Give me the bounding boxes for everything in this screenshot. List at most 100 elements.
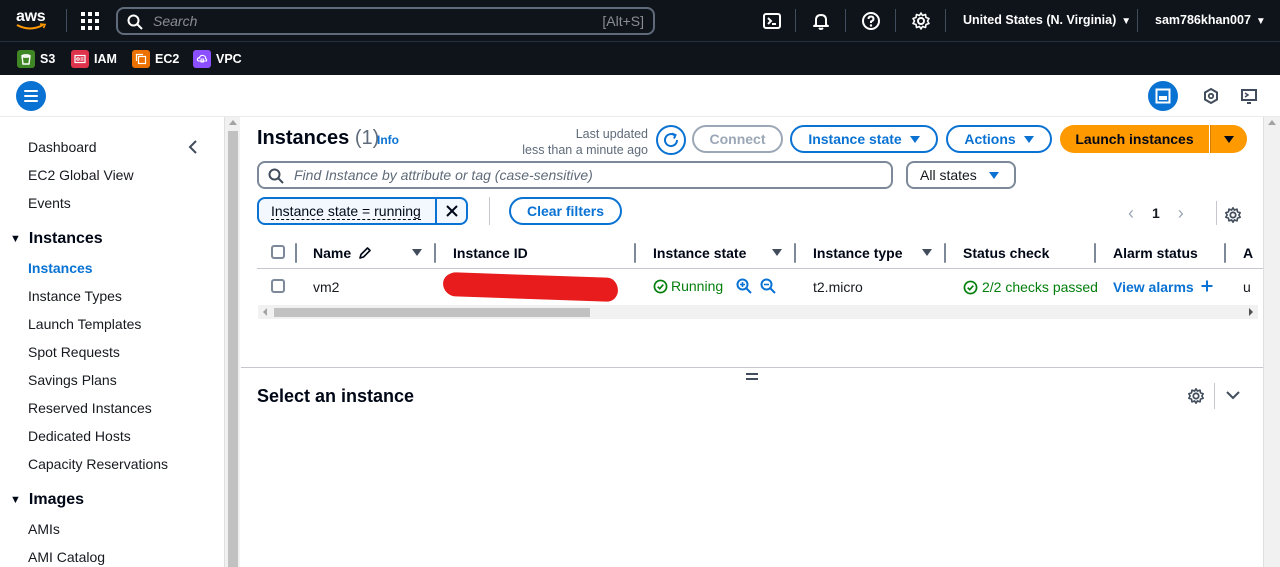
sort-caret-icon[interactable]	[922, 249, 932, 256]
pagination-divider	[1216, 201, 1217, 225]
instance-filter-input[interactable]: Find Instance by attribute or tag (case-…	[257, 161, 893, 189]
column-header-truncated[interactable]: A	[1243, 245, 1263, 261]
search-icon	[127, 14, 143, 30]
favorite-ec2[interactable]: EC2	[132, 50, 179, 68]
launch-options-dropdown[interactable]	[1210, 125, 1247, 153]
search-input[interactable]: Search [Alt+S]	[116, 7, 655, 35]
scroll-up-arrow-icon[interactable]	[229, 120, 237, 125]
table-horizontal-scrollbar[interactable]	[258, 305, 1258, 319]
search-shortcut: [Alt+S]	[602, 13, 644, 29]
scrollbar-thumb[interactable]	[228, 131, 238, 567]
region-selector[interactable]: United States (N. Virginia) ▼	[963, 13, 1131, 27]
remove-filter-button[interactable]	[435, 199, 466, 223]
services-grid-icon[interactable]	[81, 12, 99, 30]
filter-token[interactable]: Instance state = running	[257, 197, 468, 225]
drag-handle-icon[interactable]	[746, 373, 758, 381]
cloudshell-icon[interactable]	[762, 11, 782, 31]
column-divider[interactable]	[794, 243, 796, 263]
table-preferences-gear-icon[interactable]	[1224, 206, 1242, 224]
sidebar-scrollbar[interactable]	[224, 117, 240, 567]
zoom-in-icon[interactable]	[736, 278, 752, 294]
close-icon	[445, 205, 458, 217]
sidebar-item-amis[interactable]: AMIs	[28, 521, 60, 537]
clear-filters-button[interactable]: Clear filters	[509, 197, 622, 225]
instance-state-label: Instance state	[808, 131, 902, 147]
side-menu-toggle-button[interactable]	[16, 81, 46, 111]
column-header-instance-id[interactable]: Instance ID	[453, 245, 528, 261]
sidebar-item-reserved-instances[interactable]: Reserved Instances	[28, 400, 152, 416]
cell-instance-state: Running	[653, 278, 723, 294]
sidebar-item-dashboard[interactable]: Dashboard	[28, 139, 97, 155]
connect-button[interactable]: Connect	[692, 125, 783, 153]
notifications-panel-button[interactable]	[1234, 81, 1264, 111]
column-divider[interactable]	[1094, 243, 1096, 263]
column-divider[interactable]	[1224, 243, 1226, 263]
sort-caret-icon[interactable]	[772, 249, 782, 256]
favorite-label: EC2	[155, 52, 180, 66]
bell-icon[interactable]	[811, 11, 831, 31]
column-divider[interactable]	[434, 243, 436, 263]
sidebar-item-events[interactable]: Events	[28, 195, 71, 211]
favorite-vpc[interactable]: VPC	[193, 50, 242, 68]
column-divider[interactable]	[944, 243, 946, 263]
main-scrollbar[interactable]	[1263, 117, 1280, 567]
chevron-down-icon[interactable]	[1225, 387, 1241, 403]
sidebar-item-dedicated-hosts[interactable]: Dedicated Hosts	[28, 428, 131, 444]
scrollbar-thumb[interactable]	[274, 308, 590, 317]
filter-token-label[interactable]: Instance state = running	[259, 199, 435, 223]
sidebar-item-savings-plans[interactable]: Savings Plans	[28, 372, 117, 388]
column-header-status-check[interactable]: Status check	[963, 245, 1049, 261]
chevron-left-icon[interactable]: ‹	[1128, 204, 1134, 222]
scroll-right-arrow-icon[interactable]	[1249, 308, 1253, 316]
success-check-icon	[963, 280, 978, 295]
sidebar-item-ec2-global-view[interactable]: EC2 Global View	[28, 167, 134, 183]
sidebar-item-ami-catalog[interactable]: AMI Catalog	[28, 549, 105, 565]
nav-divider	[66, 9, 67, 32]
split-panel-gear-icon[interactable]	[1187, 387, 1205, 405]
sidebar-item-instances[interactable]: Instances	[28, 260, 93, 276]
favorite-iam[interactable]: IAM	[71, 50, 117, 68]
account-menu[interactable]: sam786khan007 ▼	[1155, 13, 1266, 27]
sidebar-section-instances[interactable]: ▼ Instances	[10, 230, 103, 248]
table-row[interactable]: vm2 Running t2.micro 2/2 checks passed V…	[257, 269, 1263, 305]
column-header-alarm-status[interactable]: Alarm status	[1113, 245, 1198, 261]
view-alarms-link[interactable]: View alarms	[1113, 279, 1213, 295]
sort-caret-icon[interactable]	[412, 249, 422, 256]
aws-logo[interactable]: aws	[16, 9, 50, 33]
row-checkbox[interactable]	[271, 279, 285, 293]
info-link[interactable]: Info	[377, 133, 399, 147]
chevron-right-icon[interactable]: ›	[1178, 204, 1184, 222]
select-all-checkbox[interactable]	[271, 245, 285, 259]
resources-toggle-button[interactable]	[1196, 81, 1226, 111]
sidebar: Dashboard EC2 Global View Events ▼ Insta…	[0, 117, 224, 567]
scroll-left-arrow-icon[interactable]	[263, 308, 267, 316]
cell-instance-type: t2.micro	[813, 279, 863, 295]
plus-icon	[1201, 280, 1213, 292]
instance-state-dropdown[interactable]: Instance state	[790, 125, 938, 153]
help-icon[interactable]	[861, 11, 881, 31]
settings-gear-icon[interactable]	[911, 11, 931, 31]
zoom-out-icon[interactable]	[760, 278, 776, 294]
launch-instances-button[interactable]: Launch instances	[1060, 125, 1209, 153]
top-navigation: aws Search [Alt+S] United States (N. Vir…	[0, 0, 1280, 41]
chevron-left-icon[interactable]	[186, 139, 200, 155]
column-header-name[interactable]: Name	[313, 245, 372, 261]
sidebar-section-images[interactable]: ▼ Images	[10, 491, 84, 509]
column-header-instance-state[interactable]: Instance state	[653, 245, 746, 261]
sidebar-item-capacity-reservations[interactable]: Capacity Reservations	[28, 456, 168, 472]
column-divider[interactable]	[295, 243, 297, 263]
favorite-s3[interactable]: S3	[17, 50, 55, 68]
sidebar-item-instance-types[interactable]: Instance Types	[28, 288, 122, 304]
actions-dropdown[interactable]: Actions	[946, 125, 1052, 153]
scroll-up-arrow-icon[interactable]	[1268, 120, 1276, 125]
page-number[interactable]: 1	[1152, 205, 1160, 221]
last-updated-label: Last updated	[575, 127, 648, 141]
states-select[interactable]: All states	[906, 161, 1016, 189]
redacted-instance-id	[442, 271, 619, 303]
refresh-button[interactable]	[656, 125, 686, 155]
sidebar-item-spot-requests[interactable]: Spot Requests	[28, 344, 120, 360]
sidebar-item-launch-templates[interactable]: Launch Templates	[28, 316, 141, 332]
column-divider[interactable]	[634, 243, 636, 263]
column-header-instance-type[interactable]: Instance type	[813, 245, 902, 261]
split-panel-toggle-button[interactable]	[1148, 81, 1178, 111]
